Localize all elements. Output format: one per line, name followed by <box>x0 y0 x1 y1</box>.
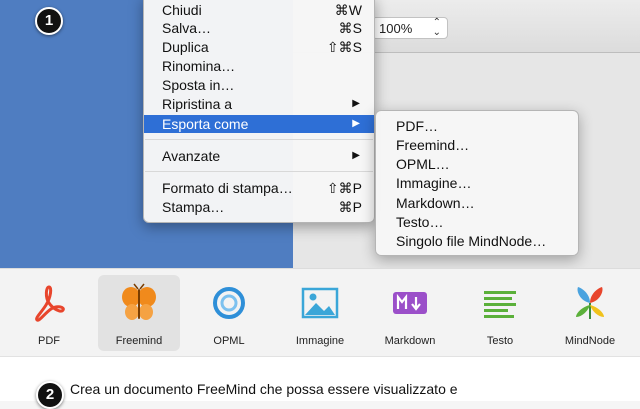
submenu-item-immagine[interactable]: Immagine… <box>396 175 471 191</box>
format-opml[interactable]: OPML <box>188 275 270 351</box>
format-testo[interactable]: Testo <box>459 275 541 351</box>
menu-item-ripristina[interactable]: Ripristina a ▶ <box>144 95 374 113</box>
submenu-item-freemind[interactable]: Freemind… <box>396 137 469 153</box>
submenu-item-pdf[interactable]: PDF… <box>396 118 438 134</box>
format-markdown[interactable]: Markdown <box>369 275 451 351</box>
menu-item-avanzate[interactable]: Avanzate ▶ <box>144 147 374 165</box>
chevron-right-icon: ▶ <box>352 98 360 109</box>
format-pdf[interactable]: PDF <box>8 275 90 351</box>
menu-item-duplica[interactable]: Duplica ⇧⌘S <box>144 38 374 56</box>
mindnode-icon <box>576 287 604 319</box>
image-icon <box>301 287 339 319</box>
format-immagine[interactable]: Immagine <box>279 275 361 351</box>
chevron-right-icon: ▶ <box>352 150 360 161</box>
export-submenu: PDF… Freemind… OPML… Immagine… Markdown…… <box>375 110 579 256</box>
submenu-item-testo[interactable]: Testo… <box>396 214 443 230</box>
butterfly-icon <box>122 283 156 320</box>
text-icon <box>484 291 516 318</box>
menu-item-stampa[interactable]: Stampa… ⌘P <box>144 198 374 216</box>
menu-item-chiudi[interactable]: Chiudi ⌘W <box>144 1 374 19</box>
export-format-strip: PDF Freemind OPML Immagine Markdown Test… <box>0 268 640 357</box>
menu-item-formato-stampa[interactable]: Formato di stampa… ⇧⌘P <box>144 179 374 197</box>
description-text: Crea un documento FreeMind che possa ess… <box>70 381 458 397</box>
menu-item-sposta[interactable]: Sposta in… <box>144 76 374 94</box>
submenu-item-opml[interactable]: OPML… <box>396 156 450 172</box>
chevron-right-icon: ▶ <box>352 118 360 129</box>
format-mindnode[interactable]: MindNode <box>549 275 631 351</box>
zoom-select[interactable]: 100% ⌃ ⌄ <box>372 17 448 39</box>
menu-separator <box>145 139 373 140</box>
step-marker-1: 1 <box>35 7 63 35</box>
zoom-stepper-icon[interactable]: ⌃ ⌄ <box>433 18 441 38</box>
pdf-icon <box>35 285 65 322</box>
submenu-item-markdown[interactable]: Markdown… <box>396 195 475 211</box>
zoom-value: 100% <box>379 21 413 36</box>
markdown-icon <box>393 292 427 314</box>
step-marker-2: 2 <box>36 381 64 409</box>
menu-item-salva[interactable]: Salva… ⌘S <box>144 19 374 37</box>
menu-separator <box>145 171 373 172</box>
description-panel: 2 Crea un documento FreeMind che possa e… <box>0 356 640 409</box>
file-menu: Chiudi ⌘W Salva… ⌘S Duplica ⇧⌘S Rinomina… <box>143 0 375 223</box>
opml-icon <box>213 287 245 319</box>
format-freemind[interactable]: Freemind <box>98 275 180 351</box>
submenu-item-singolo-file[interactable]: Singolo file MindNode… <box>396 233 546 249</box>
menu-item-esporta-come[interactable]: Esporta come ▶ <box>144 115 374 133</box>
menu-item-rinomina[interactable]: Rinomina… <box>144 57 374 75</box>
